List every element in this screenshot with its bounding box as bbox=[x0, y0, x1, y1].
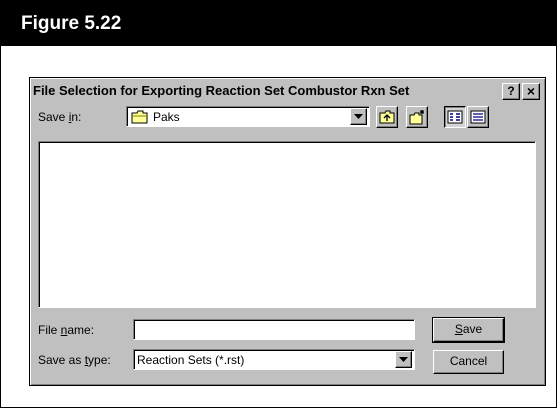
chevron-down-icon bbox=[399, 357, 408, 362]
up-one-level-button[interactable] bbox=[376, 106, 398, 128]
close-button[interactable]: × bbox=[522, 83, 540, 100]
new-folder-button[interactable] bbox=[406, 106, 428, 128]
chevron-down-icon bbox=[354, 114, 363, 119]
details-view-icon bbox=[470, 110, 486, 124]
file-list[interactable] bbox=[38, 141, 536, 308]
figure-header: Figure 5.22 bbox=[1, 0, 557, 46]
save-as-type-combobox[interactable]: Reaction Sets (*.rst) bbox=[133, 349, 415, 370]
file-name-input[interactable] bbox=[133, 319, 415, 340]
save-in-combobox[interactable]: Paks bbox=[126, 106, 370, 127]
cancel-button[interactable]: Cancel bbox=[433, 350, 504, 374]
save-in-value: Paks bbox=[153, 110, 180, 124]
save-in-dropdown-button[interactable] bbox=[350, 108, 367, 125]
dialog-titlebar: File Selection for Exporting Reaction Se… bbox=[33, 81, 542, 101]
file-save-dialog: File Selection for Exporting Reaction Se… bbox=[29, 77, 546, 386]
figure-frame: Figure 5.22 File Selection for Exporting… bbox=[0, 0, 557, 408]
new-folder-icon bbox=[409, 110, 424, 125]
figure-title: Figure 5.22 bbox=[21, 13, 122, 34]
folder-icon bbox=[131, 110, 148, 124]
list-view-icon bbox=[447, 110, 463, 124]
save-as-type-dropdown-button[interactable] bbox=[395, 351, 412, 368]
save-as-type-value: Reaction Sets (*.rst) bbox=[137, 353, 245, 367]
save-in-label: Save in: bbox=[38, 110, 82, 124]
save-button[interactable]: Save bbox=[432, 317, 505, 343]
dialog-title: File Selection for Exporting Reaction Se… bbox=[33, 83, 410, 98]
folder-up-icon bbox=[379, 110, 395, 124]
file-name-label: File name: bbox=[38, 323, 95, 337]
save-as-type-label: Save as type: bbox=[38, 353, 111, 367]
details-view-button[interactable] bbox=[467, 106, 489, 128]
help-button[interactable]: ? bbox=[502, 83, 520, 100]
list-view-button[interactable] bbox=[444, 106, 466, 128]
